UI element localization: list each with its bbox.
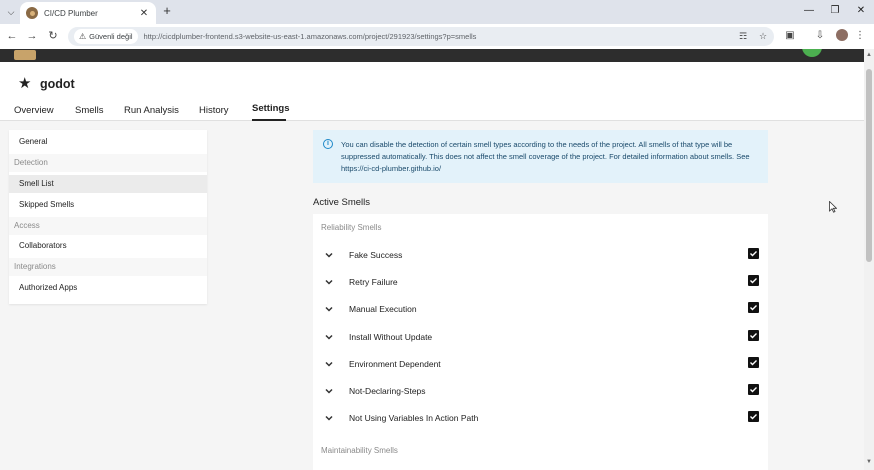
bookmark-star-icon[interactable]: ☆ [756,29,770,43]
tab-smells[interactable]: Smells [75,105,104,116]
smell-row: Not Using Variables In Action Path [313,406,768,433]
sidebar-item-authorized-apps[interactable]: Authorized Apps [9,279,207,297]
tab-overview[interactable]: Overview [14,105,54,116]
app-logo[interactable] [14,50,36,60]
chevron-down-icon[interactable] [324,386,334,396]
scroll-down-icon[interactable]: ▼ [866,459,872,465]
smell-name: Manual Execution [349,304,417,314]
project-name: godot [40,77,75,91]
scroll-thumb[interactable] [866,69,872,262]
project-header: ★ godot Overview Smells Run Analysis His… [0,62,864,121]
chevron-down-icon[interactable] [324,250,334,260]
security-label: Güvenli değil [89,32,133,41]
translate-icon[interactable]: ☶ [736,29,750,43]
new-tab-icon[interactable]: + [160,4,174,18]
smell-name: Retry Failure [349,277,398,287]
restore-icon[interactable]: ❐ [825,3,845,19]
back-icon[interactable]: ← [4,28,20,44]
chevron-down-icon[interactable] [324,359,334,369]
reload-icon[interactable]: ↻ [45,28,61,44]
smell-checkbox[interactable] [748,384,759,395]
smell-list-panel: Reliability Smells Fake Success Retry Fa… [313,214,768,470]
sidebar-header-integrations: Integrations [9,258,207,276]
smell-name: Not-Declaring-Steps [349,386,426,396]
security-chip[interactable]: ⚠ Güvenli değil [74,29,138,44]
menu-icon[interactable]: ⋮ [852,28,868,44]
download-icon[interactable]: ⇩ [812,28,828,44]
smell-name: Install Without Update [349,332,433,342]
favicon-icon [26,7,38,19]
smell-checkbox[interactable] [748,357,759,368]
smell-name: Environment Dependent [349,359,441,369]
sidebar-header-detection: Detection [9,154,207,172]
tab-close-icon[interactable]: ✕ [138,8,150,19]
extensions-icon[interactable]: ▣ [782,28,798,44]
scroll-up-icon[interactable]: ▲ [866,52,872,58]
url-text[interactable]: http://cicdplumber-frontend.s3-website-u… [144,32,477,41]
warning-icon: ⚠ [79,32,87,41]
sidebar-item-general[interactable]: General [9,133,207,151]
tab-run-analysis[interactable]: Run Analysis [124,105,179,116]
sidebar-item-skipped-smells[interactable]: Skipped Smells [9,196,207,214]
smell-checkbox[interactable] [748,330,759,341]
mouse-cursor-icon [829,201,837,213]
chevron-down-icon[interactable] [324,277,334,287]
page-scrollbar[interactable]: ▲ ▼ [864,49,874,470]
sidebar-item-smell-list[interactable]: Smell List [9,175,207,193]
minimize-icon[interactable]: — [799,3,819,19]
profile-avatar[interactable] [836,29,848,41]
smell-name: Not Using Variables In Action Path [349,413,479,423]
info-icon: i [323,139,333,149]
page: ★ godot Overview Smells Run Analysis His… [0,49,864,470]
active-smells-title: Active Smells [313,197,371,208]
smell-checkbox[interactable] [748,411,759,422]
browser-toolbar: ← → ↻ ⚠ Güvenli değil http://cicdplumber… [0,24,874,49]
smell-checkbox[interactable] [748,302,759,313]
active-tab-indicator [252,119,286,121]
chevron-down-icon[interactable] [324,304,334,314]
browser-tab[interactable]: CI/CD Plumber ✕ [20,2,156,24]
settings-sidebar: General Detection Smell List Skipped Sme… [9,130,207,304]
tab-settings[interactable]: Settings [252,103,289,114]
sidebar-header-access: Access [9,217,207,235]
star-icon[interactable]: ★ [18,74,31,92]
tab-search-icon[interactable]: ⌵ [3,4,19,20]
smell-row: Not-Declaring-Steps [313,379,768,406]
smell-row: Manual Execution [313,297,768,324]
window-close-icon[interactable]: ✕ [851,3,871,19]
smell-row: Fake Success [313,243,768,270]
app-header [0,49,864,62]
smell-row: Install Without Update [313,325,768,352]
smell-row: Retry Failure [313,270,768,297]
user-avatar[interactable] [802,49,822,57]
smell-name: Fake Success [349,250,403,260]
reliability-group-label: Reliability Smells [321,223,382,232]
chevron-down-icon[interactable] [324,332,334,342]
smell-checkbox[interactable] [748,248,759,259]
info-text: You can disable the detection of certain… [341,140,750,173]
chevron-down-icon[interactable] [324,413,334,423]
info-banner: i You can disable the detection of certa… [313,130,768,183]
sidebar-item-collaborators[interactable]: Collaborators [9,237,207,255]
smell-row: Environment Dependent [313,352,768,379]
browser-tabstrip: ⌵ CI/CD Plumber ✕ + — ❐ ✕ [0,0,874,24]
smell-checkbox[interactable] [748,275,759,286]
forward-icon[interactable]: → [24,28,40,44]
address-bar[interactable]: ⚠ Güvenli değil http://cicdplumber-front… [68,27,774,46]
tab-history[interactable]: History [199,105,229,116]
tab-title: CI/CD Plumber [44,8,98,18]
maintainability-group-label: Maintainability Smells [321,446,398,455]
